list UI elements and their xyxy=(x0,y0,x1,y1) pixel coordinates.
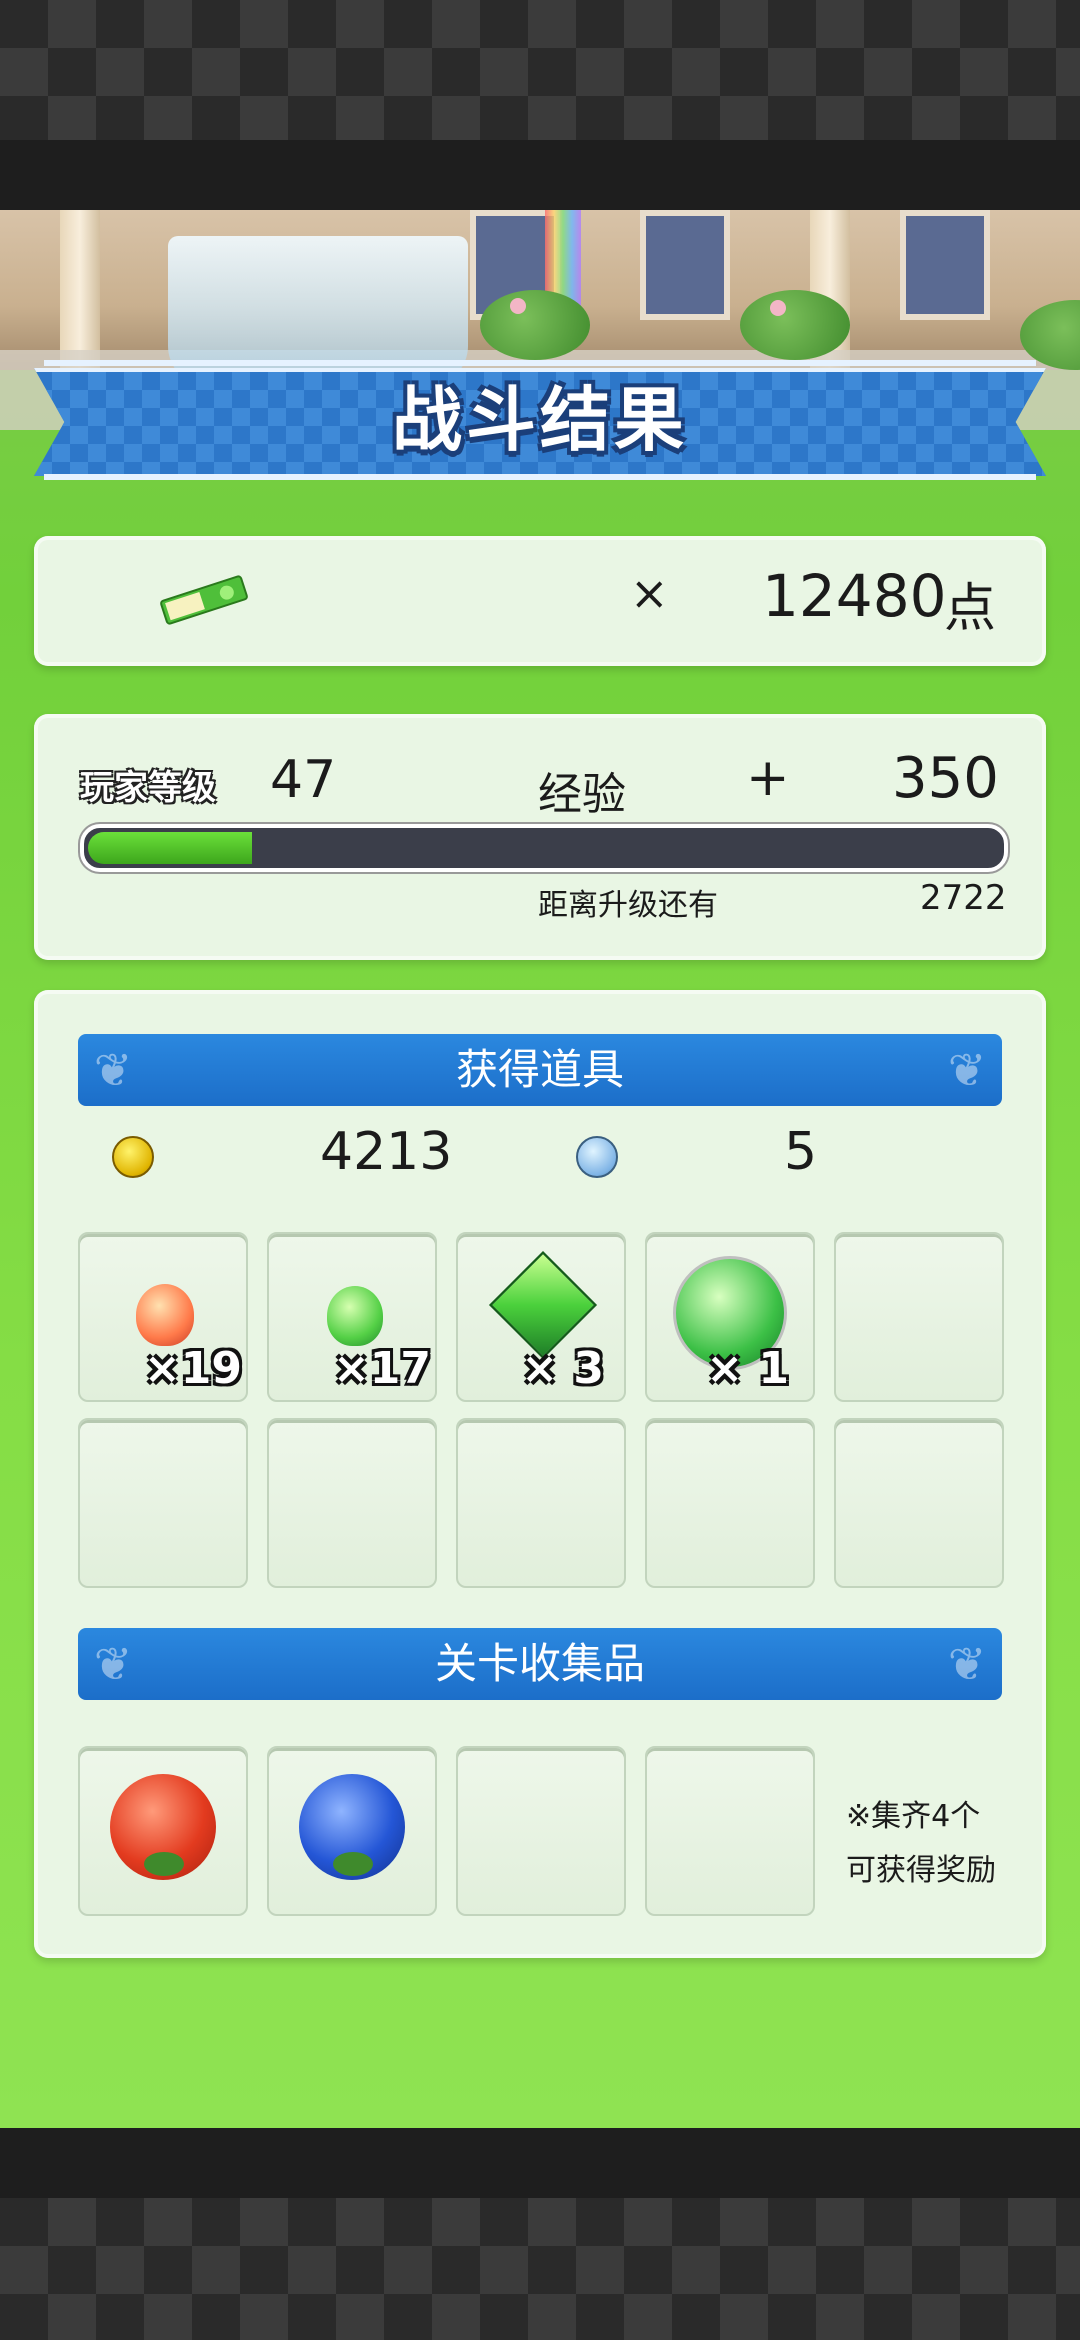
collection-note: ※集齐4个 可获得奖励 xyxy=(846,1790,996,1898)
banner-edge xyxy=(44,360,1036,366)
banner-title: 战斗结果 xyxy=(392,379,688,461)
next-level-label: 距离升级还有 xyxy=(538,888,718,923)
gold-coin-icon xyxy=(112,1136,154,1178)
item-quantity: × 3 xyxy=(521,1343,604,1394)
item-quantity: ×19 xyxy=(143,1343,242,1394)
exp-progress-bar xyxy=(80,824,1008,872)
empty-item-slot xyxy=(456,1418,626,1588)
points-panel: × 12480 点 xyxy=(34,536,1046,666)
gold-value: 4213 xyxy=(320,1122,453,1182)
empty-item-slot xyxy=(645,1418,815,1588)
top-dark-strip xyxy=(0,140,1080,210)
item-slot[interactable]: × 3 xyxy=(456,1232,626,1402)
ticket-icon xyxy=(160,575,248,625)
player-level-value: 47 xyxy=(270,750,337,810)
flower xyxy=(510,298,526,314)
flower-bush xyxy=(480,290,590,360)
empty-item-slot xyxy=(834,1232,1004,1402)
obtained-items-title: 获得道具 xyxy=(455,1045,624,1094)
swirl-ornament-icon: ❦ xyxy=(93,1637,133,1691)
empty-collection-slot xyxy=(456,1746,626,1916)
item-quantity: ×17 xyxy=(332,1343,431,1394)
collection-title: 关卡收集品 xyxy=(434,1639,645,1688)
swirl-ornament-icon: ❦ xyxy=(947,1043,987,1097)
empty-item-slot xyxy=(267,1418,437,1588)
next-level-value: 2722 xyxy=(920,878,1007,918)
exp-plus-sign: + xyxy=(746,748,790,808)
red-gem-icon xyxy=(136,1284,194,1346)
empty-item-slot xyxy=(834,1418,1004,1588)
times-sign: × xyxy=(630,566,669,620)
building-pillar xyxy=(60,210,100,370)
collection-slot[interactable] xyxy=(78,1746,248,1916)
blue-orb-icon xyxy=(576,1136,618,1178)
banner-edge xyxy=(44,474,1036,480)
item-slot[interactable]: ×19 xyxy=(78,1232,248,1402)
green-gem-icon xyxy=(327,1286,383,1346)
collection-note-line2: 可获得奖励 xyxy=(846,1853,996,1888)
points-value: 12480 xyxy=(762,562,947,630)
player-level-label: 玩家等级 xyxy=(80,768,216,808)
result-banner: 战斗结果 xyxy=(34,360,1046,480)
collection-note-line1: ※集齐4个 xyxy=(846,1799,981,1834)
orb-value: 5 xyxy=(784,1122,818,1182)
item-slot[interactable]: ×17 xyxy=(267,1232,437,1402)
swirl-ornament-icon: ❦ xyxy=(947,1637,987,1691)
bottom-dark-strip xyxy=(0,2128,1080,2198)
empty-item-slot xyxy=(78,1418,248,1588)
empty-collection-slot xyxy=(645,1746,815,1916)
item-slot[interactable]: × 1 xyxy=(645,1232,815,1402)
exp-label: 经验 xyxy=(538,769,626,820)
obtained-items-header: ❦ 获得道具 ❦ xyxy=(78,1034,1002,1106)
leaf-icon xyxy=(144,1852,184,1876)
level-panel: 玩家等级 47 经验 + 350 距离升级还有 2722 xyxy=(34,714,1046,960)
bottom-decor-band xyxy=(0,2198,1080,2340)
top-decor-band xyxy=(0,0,1080,140)
flower xyxy=(770,300,786,316)
items-panel: ❦ 获得道具 ❦ 4213 5 ×19 ×17 × 3 × 1 ❦ 关卡收集品 … xyxy=(34,990,1046,1958)
swirl-ornament-icon: ❦ xyxy=(93,1043,133,1097)
points-unit: 点 xyxy=(944,579,997,639)
leaf-icon xyxy=(333,1852,373,1876)
item-quantity: × 1 xyxy=(706,1343,789,1394)
exp-progress-fill xyxy=(88,832,252,864)
exp-gain-value: 350 xyxy=(892,746,999,811)
flower-bush xyxy=(740,290,850,360)
collection-slot[interactable] xyxy=(267,1746,437,1916)
building-window xyxy=(900,210,990,320)
collection-header: ❦ 关卡收集品 ❦ xyxy=(78,1628,1002,1700)
building-window xyxy=(640,210,730,320)
